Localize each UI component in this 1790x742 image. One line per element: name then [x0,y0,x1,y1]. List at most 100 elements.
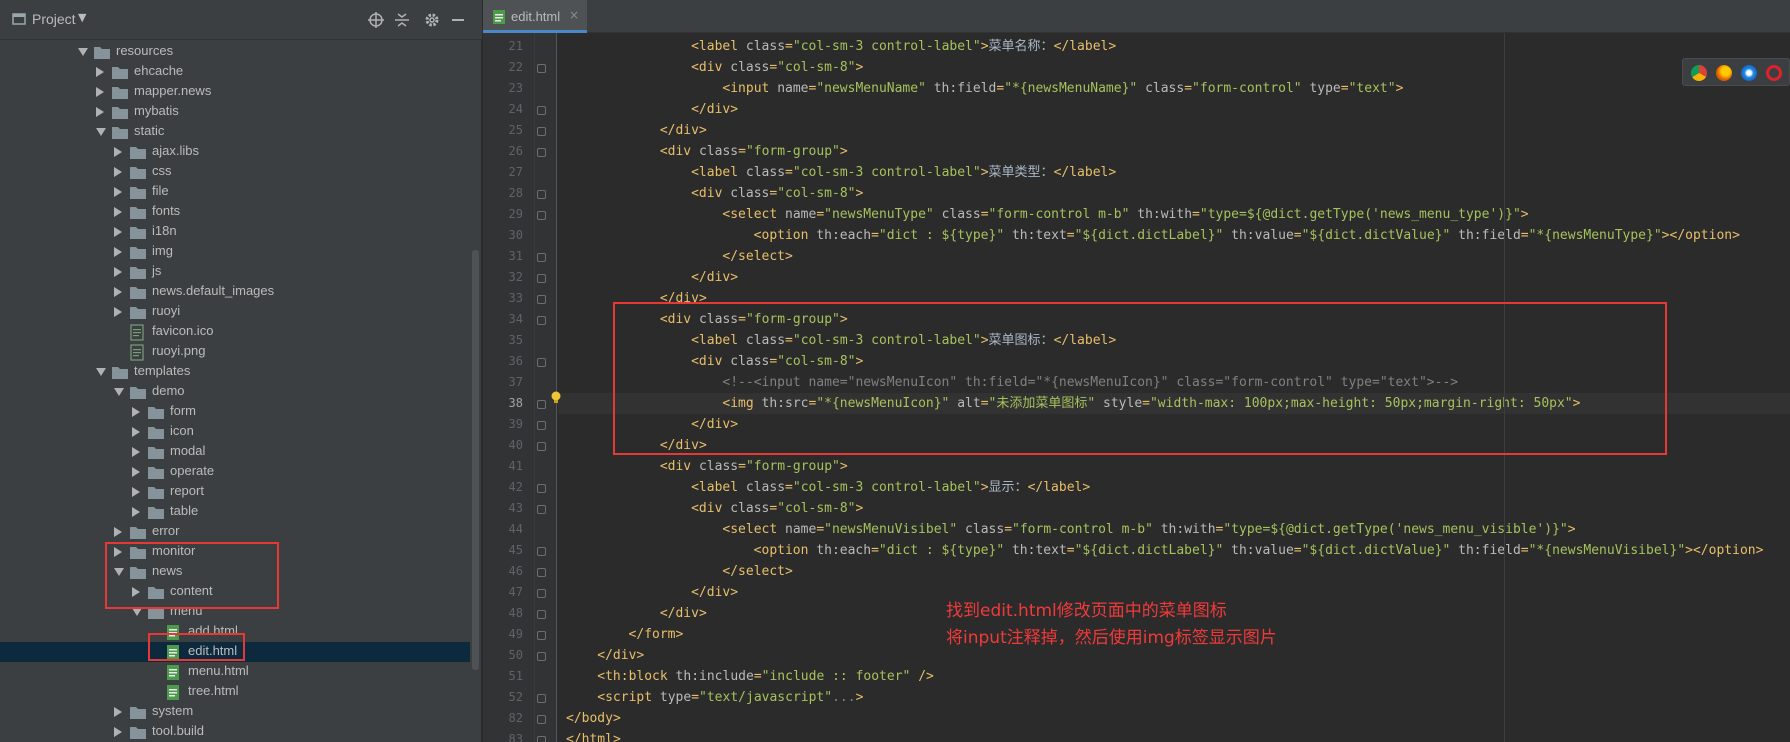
code-line[interactable]: <div class="col-sm-8"> [558,183,1790,204]
tree-item[interactable]: table [0,502,470,522]
tree-item[interactable]: tree.html [0,682,470,702]
tree-item[interactable]: ruoyi [0,302,470,322]
collapse-arrow-icon[interactable] [132,487,140,497]
collapse-arrow-icon[interactable] [114,707,122,717]
tree-item[interactable]: mapper.news [0,82,470,102]
tree-item[interactable]: report [0,482,470,502]
code-line[interactable]: <th:block th:include="include :: footer"… [558,666,1790,687]
fold-marker-icon[interactable] [537,421,546,430]
collapse-arrow-icon[interactable] [96,107,104,117]
code-line[interactable]: </html> [558,729,1790,742]
close-icon[interactable]: × [569,8,579,22]
tree-item[interactable]: error [0,522,470,542]
tree-item[interactable]: news.default_images [0,282,470,302]
fold-marker-icon[interactable] [537,589,546,598]
fold-marker-icon[interactable] [537,400,546,409]
fold-marker-icon[interactable] [537,610,546,619]
tree-item[interactable]: modal [0,442,470,462]
code-line[interactable]: <div class="form-group"> [558,141,1790,162]
fold-marker-icon[interactable] [537,736,546,742]
fold-marker-icon[interactable] [537,148,546,157]
code-line[interactable]: </body> [558,708,1790,729]
fold-marker-icon[interactable] [537,568,546,577]
code-line[interactable]: <label class="col-sm-3 control-label">菜单… [558,162,1790,183]
tree-item[interactable]: mybatis [0,102,470,122]
collapse-arrow-icon[interactable] [114,287,122,297]
code-line[interactable]: </select> [558,561,1790,582]
tree-item[interactable]: form [0,402,470,422]
code-line[interactable]: </div> [558,99,1790,120]
tree-item[interactable]: favicon.ico [0,322,470,342]
tree-item[interactable]: resources [0,42,470,62]
fold-marker-icon[interactable] [537,694,546,703]
collapse-arrow-icon[interactable] [96,87,104,97]
fold-marker-icon[interactable] [537,358,546,367]
fold-marker-icon[interactable] [537,442,546,451]
code-line[interactable]: <input name="newsMenuName" th:field="*{n… [558,78,1790,99]
firefox-icon[interactable] [1716,65,1732,81]
tree-item[interactable]: templates [0,362,470,382]
code-line[interactable]: </div> [558,120,1790,141]
project-view-title[interactable]: Project [32,11,76,27]
code-line[interactable]: <div class="col-sm-8"> [558,498,1790,519]
collapse-arrow-icon[interactable] [132,447,140,457]
tree-item[interactable]: operate [0,462,470,482]
fold-marker-icon[interactable] [537,547,546,556]
fold-marker-icon[interactable] [537,484,546,493]
expand-arrow-icon[interactable] [78,48,88,56]
tree-item[interactable]: demo [0,382,470,402]
collapse-arrow-icon[interactable] [132,507,140,517]
tree-item[interactable]: i18n [0,222,470,242]
chevron-down-icon[interactable]: ▼ [78,11,86,24]
tree-item[interactable]: ehcache [0,62,470,82]
tree-item[interactable]: ruoyi.png [0,342,470,362]
code-line[interactable]: </div> [558,267,1790,288]
collapse-arrow-icon[interactable] [132,407,140,417]
tab-edit-html[interactable]: edit.html × [483,0,587,33]
collapse-arrow-icon[interactable] [132,427,140,437]
fold-marker-icon[interactable] [537,715,546,724]
expand-arrow-icon[interactable] [96,128,106,136]
tree-item[interactable]: menu.html [0,662,470,682]
fold-marker-icon[interactable] [537,64,546,73]
code-line[interactable]: <select name="newsMenuVisibel" class="fo… [558,519,1790,540]
collapse-arrow-icon[interactable] [114,267,122,277]
opera-icon[interactable] [1766,65,1782,81]
fold-marker-icon[interactable] [537,631,546,640]
collapse-arrow-icon[interactable] [114,187,122,197]
collapse-arrow-icon[interactable] [114,167,122,177]
collapse-arrow-icon[interactable] [114,247,122,257]
fold-marker-icon[interactable] [537,106,546,115]
tree-item[interactable]: fonts [0,202,470,222]
code-line[interactable]: <label class="col-sm-3 control-label">菜单… [558,36,1790,57]
fold-marker-icon[interactable] [537,505,546,514]
tree-item[interactable]: tool.build [0,722,470,742]
tree-item[interactable]: img [0,242,470,262]
fold-marker-icon[interactable] [537,295,546,304]
safari-icon[interactable] [1741,65,1757,81]
chrome-icon[interactable] [1691,65,1707,81]
tree-item[interactable]: ajax.libs [0,142,470,162]
expand-arrow-icon[interactable] [114,388,124,396]
tree-item[interactable]: file [0,182,470,202]
code-line[interactable]: <select name="newsMenuType" class="form-… [558,204,1790,225]
collapse-arrow-icon[interactable] [96,67,104,77]
fold-marker-icon[interactable] [537,253,546,262]
collapse-all-icon[interactable] [392,10,412,30]
code-line[interactable]: <option th:each="dict : ${type}" th:text… [558,540,1790,561]
locate-icon[interactable] [366,10,386,30]
code-line[interactable]: <div class="col-sm-8"> [558,57,1790,78]
expand-arrow-icon[interactable] [132,608,142,616]
tree-item[interactable]: js [0,262,470,282]
collapse-arrow-icon[interactable] [114,147,122,157]
code-line[interactable]: </select> [558,246,1790,267]
fold-marker-icon[interactable] [537,190,546,199]
collapse-arrow-icon[interactable] [132,467,140,477]
lightbulb-icon[interactable] [549,390,563,404]
tree-item[interactable]: static [0,122,470,142]
fold-marker-icon[interactable] [537,211,546,220]
code-line[interactable]: <label class="col-sm-3 control-label">显示… [558,477,1790,498]
minimize-icon[interactable] [448,10,468,30]
tree-scrollbar[interactable] [472,250,479,670]
collapse-arrow-icon[interactable] [114,307,122,317]
